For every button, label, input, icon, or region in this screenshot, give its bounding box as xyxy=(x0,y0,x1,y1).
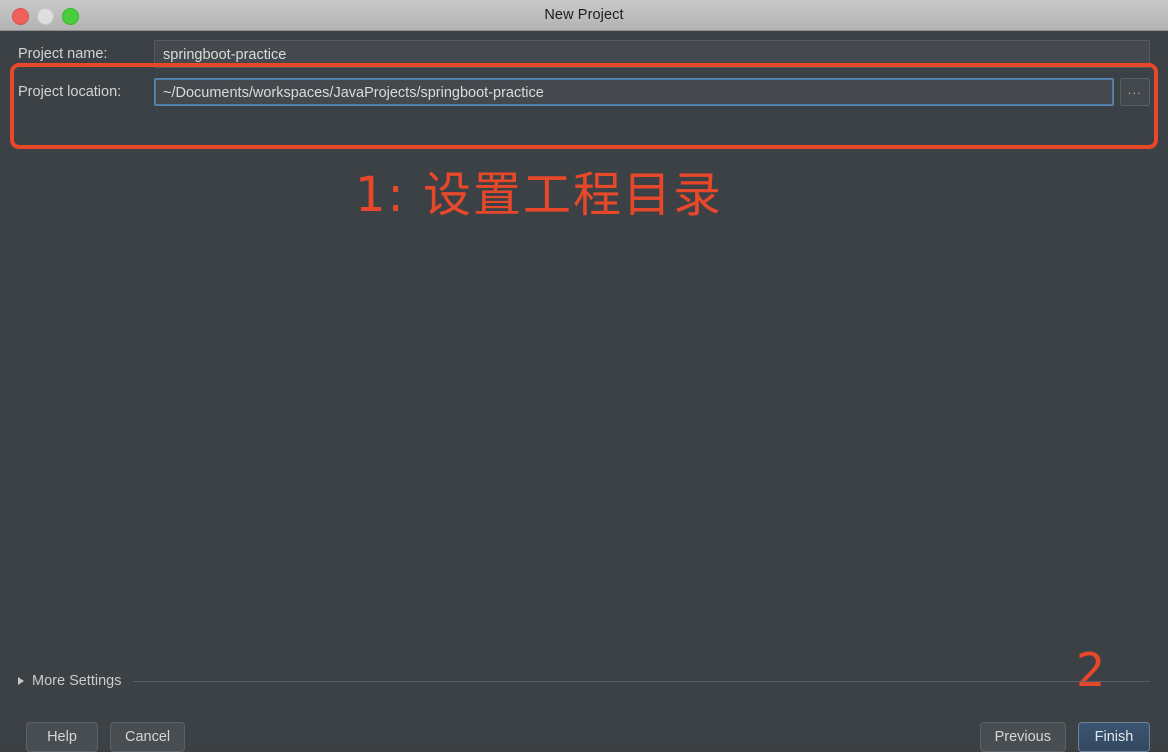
footer-left-buttons: Help Cancel xyxy=(26,722,186,752)
finish-button[interactable]: Finish xyxy=(1078,722,1150,752)
window-title: New Project xyxy=(544,7,624,23)
project-location-row: Project location: ~/Documents/workspaces… xyxy=(0,76,1168,108)
section-divider xyxy=(133,680,1150,682)
dialog-content: Project name: springboot-practice Projec… xyxy=(0,31,1168,752)
footer-right-buttons: Previous Finish xyxy=(979,722,1150,752)
project-name-input[interactable]: springboot-practice xyxy=(154,40,1150,68)
window-titlebar: New Project xyxy=(0,0,1168,31)
chevron-right-icon[interactable] xyxy=(18,677,24,685)
new-project-dialog: New Project Project name: springboot-pra… xyxy=(0,0,1168,752)
project-name-label: Project name: xyxy=(18,46,108,62)
help-button[interactable]: Help xyxy=(26,722,98,752)
project-location-input[interactable]: ~/Documents/workspaces/JavaProjects/spri… xyxy=(154,78,1114,106)
project-form: Project name: springboot-practice Projec… xyxy=(0,38,1168,114)
previous-button[interactable]: Previous xyxy=(979,722,1066,752)
more-settings-section[interactable]: More Settings xyxy=(18,669,1150,693)
browse-folder-button[interactable]: ... xyxy=(1120,78,1150,106)
more-settings-label: More Settings xyxy=(32,673,122,689)
annotation-step-1-text: 1: 设置工程目录 xyxy=(355,167,723,223)
project-location-label: Project location: xyxy=(18,84,122,100)
cancel-button[interactable]: Cancel xyxy=(110,722,186,752)
project-name-row: Project name: springboot-practice xyxy=(0,38,1168,70)
